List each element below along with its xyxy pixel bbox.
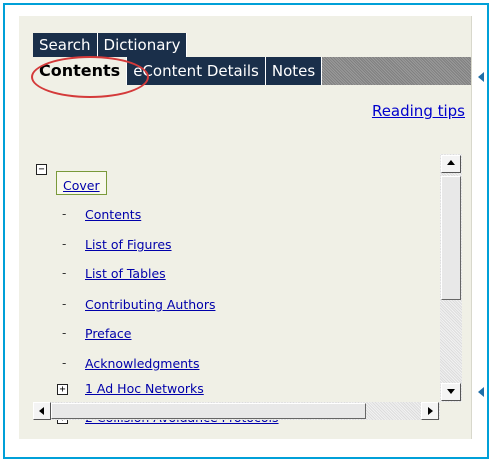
left-pointer-icon [478, 72, 484, 82]
tree-item-link[interactable]: Acknowledgments [85, 356, 199, 371]
arrow-left-icon [39, 407, 44, 415]
tree-dash: - [62, 207, 67, 221]
tree-item-link[interactable]: Preface [85, 326, 132, 341]
tree-dash: - [62, 326, 67, 340]
tab-search[interactable]: Search [33, 33, 98, 57]
scroll-down-button[interactable] [441, 383, 461, 401]
arrow-right-icon [428, 407, 433, 415]
tree-dash: - [62, 297, 67, 311]
horizontal-scroll-thumb[interactable] [51, 403, 366, 419]
arrow-down-icon [447, 389, 455, 394]
expand-icon[interactable]: + [57, 384, 68, 395]
tab-econtent-details[interactable]: eContent Details [127, 57, 266, 85]
tree-dash: - [62, 356, 67, 370]
primary-tab-row: Contents eContent Details Notes [33, 57, 471, 85]
vertical-scroll-thumb[interactable] [441, 176, 461, 300]
cover-node[interactable]: Cover [56, 171, 107, 195]
chapter-link[interactable]: 1 Ad Hoc Networks [85, 381, 204, 396]
collapse-icon[interactable]: − [36, 164, 47, 175]
secondary-tab-row: Search Dictionary [33, 33, 188, 57]
reading-tips-link[interactable]: Reading tips [372, 102, 465, 120]
scroll-right-button[interactable] [421, 402, 439, 420]
tab-dictionary[interactable]: Dictionary [97, 33, 188, 57]
left-pointer-icon [478, 387, 484, 397]
tab-notes[interactable]: Notes [265, 57, 323, 85]
tree-item-link[interactable]: List of Tables [85, 266, 166, 281]
cover-link[interactable]: Cover [63, 178, 100, 193]
scroll-left-button[interactable] [33, 402, 51, 420]
tree-item-link[interactable]: List of Figures [85, 237, 172, 252]
tree-item-link[interactable]: Contributing Authors [85, 297, 215, 312]
tree-item-link[interactable]: Contents [85, 207, 141, 222]
tree-dash: - [62, 266, 67, 280]
scroll-up-button[interactable] [441, 155, 461, 173]
tab-contents[interactable]: Contents [33, 57, 128, 85]
arrow-up-icon [447, 160, 455, 165]
tab-row-filler [322, 57, 471, 85]
tree-dash: - [62, 237, 67, 251]
